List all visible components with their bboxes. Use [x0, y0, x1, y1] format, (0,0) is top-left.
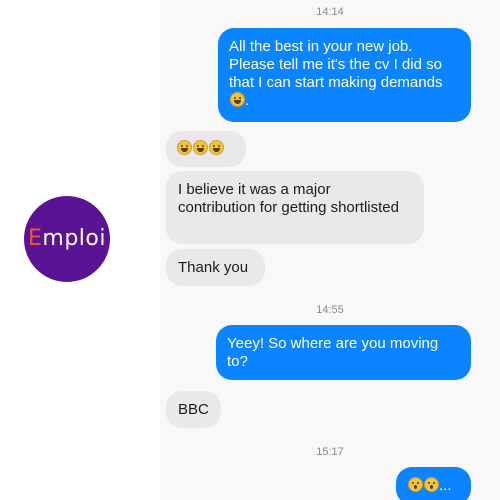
left-panel: Emploi	[0, 0, 160, 500]
emploi-logo: Emploi	[24, 196, 110, 282]
grin-sweat-emoji-icon	[230, 92, 245, 107]
chat-thread[interactable]: 14:14 All the best in your new job. Plea…	[160, 0, 500, 500]
astonished-emoji-icon	[408, 477, 423, 492]
astonished-emoji-icon	[424, 477, 439, 492]
message-text: BBC	[178, 401, 209, 418]
message-text: Yeey! So where are you moving to?	[227, 335, 439, 370]
message-outgoing[interactable]: All the best in your new job. Please tel…	[218, 28, 471, 122]
message-text: I believe it was a major contribution fo…	[178, 181, 399, 216]
message-incoming[interactable]: BBC	[166, 391, 221, 428]
timestamp: 14:14	[316, 6, 344, 18]
message-text: All the best in your new job. Please tel…	[229, 38, 443, 91]
message-text: Thank you	[178, 259, 249, 276]
message-text: ...	[439, 477, 452, 494]
grin-sweat-emoji-icon	[177, 140, 192, 155]
message-text-end: .	[245, 92, 250, 109]
timestamp: 14:55	[316, 304, 344, 316]
message-outgoing[interactable]: Yeey! So where are you moving to?	[216, 325, 471, 380]
timestamp: 15:17	[316, 446, 344, 458]
grin-sweat-emoji-icon	[193, 140, 208, 155]
logo-wordmark: Emploi	[28, 226, 106, 251]
message-incoming-emoji[interactable]	[166, 131, 246, 167]
grin-sweat-emoji-icon	[209, 140, 224, 155]
message-outgoing-emoji[interactable]: ...	[396, 467, 471, 500]
message-incoming[interactable]: Thank you	[166, 249, 265, 286]
message-incoming[interactable]: I believe it was a major contribution fo…	[166, 171, 424, 244]
